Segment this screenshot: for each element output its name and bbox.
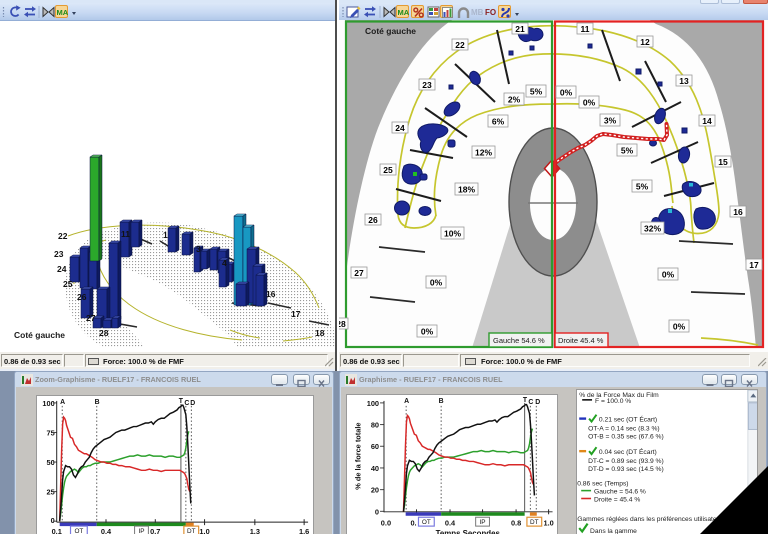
svg-text:0.1: 0.1 <box>52 527 62 534</box>
svg-text:11: 11 <box>581 24 590 34</box>
svg-text:0%: 0% <box>673 322 686 332</box>
svg-text:1.3: 1.3 <box>250 527 260 534</box>
svg-text:20: 20 <box>371 486 379 495</box>
svg-text:23: 23 <box>54 249 64 259</box>
svg-text:16: 16 <box>266 289 276 299</box>
svg-text:0%: 0% <box>430 278 443 288</box>
svg-text:17: 17 <box>749 260 759 270</box>
svg-text:5%: 5% <box>636 182 649 192</box>
svg-text:0.21 sec (OT Écart): 0.21 sec (OT Écart) <box>599 415 657 424</box>
svg-text:24: 24 <box>395 123 405 133</box>
svg-text:1.6: 1.6 <box>299 527 309 534</box>
svg-text:22: 22 <box>455 40 465 50</box>
svg-text:5%: 5% <box>621 146 634 156</box>
svg-text:0.04 sec (DT Écart): 0.04 sec (DT Écart) <box>599 447 657 456</box>
svg-text:5%: 5% <box>530 87 543 97</box>
svg-text:23: 23 <box>422 80 432 90</box>
svg-text:10%: 10% <box>444 229 461 239</box>
svg-text:C: C <box>528 399 533 406</box>
svg-text:2%: 2% <box>508 95 521 105</box>
svg-text:80: 80 <box>371 421 379 430</box>
svg-text:B: B <box>439 398 444 405</box>
svg-text:Dans la gamme: Dans la gamme <box>590 528 637 534</box>
svg-text:28: 28 <box>99 328 109 338</box>
svg-text:T: T <box>179 398 184 405</box>
svg-text:100: 100 <box>367 399 379 408</box>
svg-text:18: 18 <box>315 328 325 338</box>
svg-text:OT: OT <box>422 519 431 526</box>
svg-text:C: C <box>184 400 189 407</box>
svg-text:A: A <box>60 399 65 406</box>
svg-text:0: 0 <box>51 516 55 525</box>
svg-text:0.: 0. <box>410 519 416 528</box>
svg-text:11: 11 <box>121 229 130 239</box>
svg-text:Gauche = 54.6 %: Gauche = 54.6 % <box>594 489 646 496</box>
svg-text:0%: 0% <box>560 88 573 98</box>
svg-text:0: 0 <box>375 507 379 516</box>
svg-text:16: 16 <box>733 207 743 217</box>
svg-text:28: 28 <box>339 319 346 329</box>
svg-text:25: 25 <box>63 279 73 289</box>
svg-text:4: 4 <box>222 258 227 268</box>
svg-text:T: T <box>523 397 528 404</box>
svg-text:15: 15 <box>718 157 728 167</box>
svg-text:3: 3 <box>196 244 201 254</box>
svg-text:OT: OT <box>74 528 83 534</box>
svg-text:D: D <box>535 399 540 406</box>
svg-text:0.0: 0.0 <box>381 519 391 528</box>
svg-text:13: 13 <box>679 76 689 86</box>
svg-text:0.4: 0.4 <box>101 527 112 534</box>
svg-text:32%: 32% <box>644 224 661 234</box>
svg-text:% de la force totale: % de la force totale <box>353 423 362 490</box>
svg-text:0.7: 0.7 <box>150 527 160 534</box>
svg-text:0%: 0% <box>421 327 434 337</box>
svg-text:IP: IP <box>480 519 486 526</box>
svg-text:OT-B = 0.35 sec (67.6 %): OT-B = 0.35 sec (67.6 %) <box>588 433 664 440</box>
svg-text:DT-C = 0.89 sec (93.9 %): DT-C = 0.89 sec (93.9 %) <box>588 458 664 465</box>
svg-text:0%: 0% <box>662 270 675 280</box>
svg-text:26: 26 <box>368 215 378 225</box>
svg-text:25: 25 <box>383 165 393 175</box>
svg-text:0.4: 0.4 <box>445 519 456 528</box>
svg-text:Coté gauche: Coté gauche <box>14 330 65 340</box>
svg-text:1: 1 <box>163 230 168 240</box>
svg-text:14: 14 <box>702 116 712 126</box>
svg-text:27: 27 <box>354 268 364 278</box>
svg-text:DT-D = 0.93 sec (14.5 %): DT-D = 0.93 sec (14.5 %) <box>588 466 664 473</box>
svg-text:22: 22 <box>58 231 68 241</box>
svg-text:0.8: 0.8 <box>511 519 521 528</box>
svg-text:27: 27 <box>86 313 96 323</box>
svg-text:60: 60 <box>371 442 379 451</box>
svg-text:26: 26 <box>77 292 87 302</box>
svg-text:IP: IP <box>138 528 144 534</box>
svg-text:24: 24 <box>57 264 67 274</box>
svg-text:40: 40 <box>371 464 379 473</box>
svg-text:DT: DT <box>187 528 196 534</box>
svg-text:0%: 0% <box>583 98 596 108</box>
svg-text:Temps Secondes: Temps Secondes <box>436 529 501 534</box>
svg-text:6%: 6% <box>492 117 505 127</box>
svg-text:F = 100.0 %: F = 100.0 % <box>595 398 631 405</box>
svg-text:17: 17 <box>291 309 301 319</box>
svg-text:18%: 18% <box>458 185 475 195</box>
svg-text:21: 21 <box>515 24 525 34</box>
svg-text:DT: DT <box>530 519 539 526</box>
svg-text:1.0: 1.0 <box>543 519 553 528</box>
svg-text:Coté gauche: Coté gauche <box>365 26 416 36</box>
svg-text:1.0: 1.0 <box>199 527 209 534</box>
svg-text:3%: 3% <box>604 116 617 126</box>
svg-text:Gauche 54.6 %: Gauche 54.6 % <box>493 336 545 345</box>
svg-text:12%: 12% <box>475 148 492 158</box>
svg-text:B: B <box>95 399 100 406</box>
svg-text:12: 12 <box>640 37 650 47</box>
svg-text:0.86 sec (Temps): 0.86 sec (Temps) <box>577 481 628 488</box>
svg-text:A: A <box>404 398 409 405</box>
svg-text:OT-A = 0.14 sec (8.3 %): OT-A = 0.14 sec (8.3 %) <box>588 425 660 432</box>
svg-text:Droite = 45.4 %: Droite = 45.4 % <box>594 496 640 503</box>
svg-text:D: D <box>190 400 195 407</box>
svg-text:Droite 45.4 %: Droite 45.4 % <box>558 336 604 345</box>
